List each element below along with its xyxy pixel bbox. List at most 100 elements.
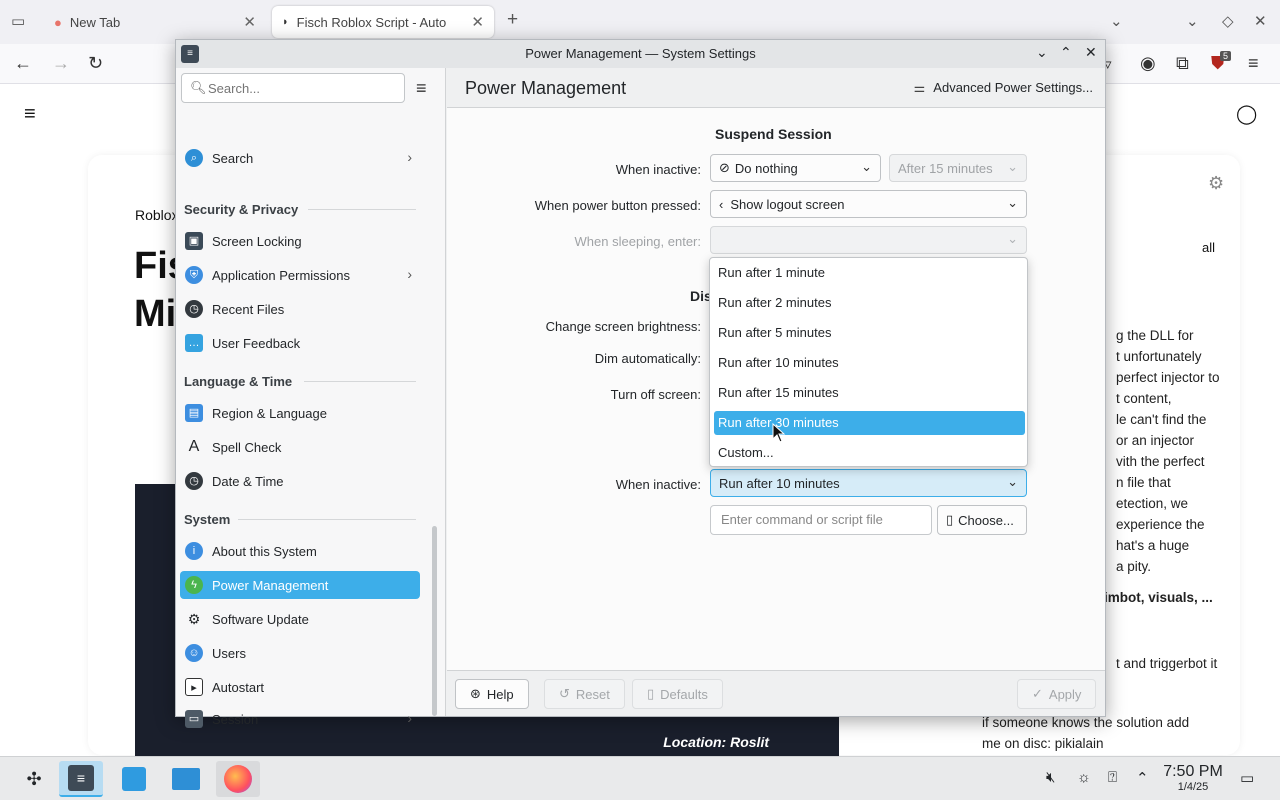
reset-button[interactable]: ↺ Reset	[544, 679, 625, 709]
user-icon[interactable]: ◯	[1236, 103, 1257, 126]
screen-lock-icon: ▣	[185, 232, 203, 250]
close-tab-icon[interactable]: ✕	[243, 13, 256, 31]
script-command-input[interactable]: Enter command or script file	[710, 505, 932, 535]
dropdown-option-custom[interactable]: Custom...	[714, 441, 1025, 465]
power-bolt-icon: ϟ	[185, 576, 203, 594]
sidebar-item-software-update[interactable]: ⚙ Software Update	[180, 605, 420, 633]
power-button-combo[interactable]: ‹ Show logout screen ⌄	[710, 190, 1027, 218]
dropdown-option[interactable]: Run after 2 minutes	[714, 291, 1025, 315]
volume-muted-icon[interactable]: 🔇︎	[1046, 769, 1055, 786]
help-circle-icon[interactable]: ⍰	[1108, 769, 1117, 786]
maximize-button[interactable]: ⌃	[1060, 44, 1072, 61]
browser-tab-bar: ▭ ● New Tab ✕ ◗ Fisch Roblox Script - Au…	[0, 0, 1280, 44]
session-icon: ▭	[185, 710, 203, 728]
taskbar-firefox[interactable]	[216, 761, 260, 797]
sidebar-item-users[interactable]: ☺ Users	[180, 639, 420, 667]
suspend-session-heading: Suspend Session	[715, 126, 832, 142]
brightness-icon[interactable]: ☼	[1077, 769, 1091, 786]
extensions-icon[interactable]: ⧉	[1176, 53, 1189, 74]
show-desktop-icon[interactable]: ▭	[1240, 769, 1254, 787]
clock-date: 1/4/25	[1177, 781, 1209, 793]
tray-expand-chevron-icon[interactable]: ⌃	[1136, 769, 1149, 787]
forward-icon[interactable]: →	[52, 53, 70, 74]
tab-overview-icon[interactable]: ▭	[11, 12, 25, 30]
tab-new-tab[interactable]: ● New Tab ✕	[44, 6, 266, 38]
sliders-icon: ⚌	[913, 80, 926, 95]
window-titlebar[interactable]: ≡ Power Management — System Settings ⌄ ⌃…	[176, 40, 1105, 68]
window-title: Power Management — System Settings	[525, 46, 756, 61]
sidebar-item-label: Software Update	[212, 611, 309, 627]
dropdown-option[interactable]: Run after 1 minute	[714, 261, 1025, 285]
sidebar-item-label: Recent Files	[212, 301, 285, 317]
sidebar-item-session[interactable]: ▭ Session ›	[180, 707, 420, 731]
tab-fisch-script[interactable]: ◗ Fisch Roblox Script - Auto ✕	[272, 6, 494, 38]
defaults-button[interactable]: ▯ Defaults	[632, 679, 723, 709]
sidebar-item-application-permissions[interactable]: ⛨ Application Permissions ›	[180, 261, 420, 289]
menu-icon[interactable]: ≡	[1248, 53, 1259, 74]
taskbar-clock[interactable]: 7:50 PM 1/4/25	[1160, 763, 1226, 793]
chevron-down-icon: ⌄	[1007, 474, 1018, 489]
sidebar-item-screen-locking[interactable]: ▣ Screen Locking	[180, 227, 420, 255]
sidebar-item-spell-check[interactable]: A Spell Check	[180, 433, 420, 461]
reload-icon[interactable]: ↻	[88, 53, 103, 74]
filter-all[interactable]: all	[1202, 240, 1215, 255]
system-settings-app-icon: ≡	[68, 765, 94, 791]
after-minutes-combo[interactable]: After 15 minutes ⌄	[889, 154, 1027, 182]
section-divider	[308, 209, 416, 210]
dropdown-option[interactable]: Run after 15 minutes	[714, 381, 1025, 405]
minimize-button[interactable]: ⌄	[1036, 44, 1048, 61]
help-button[interactable]: ⊛ Help	[455, 679, 529, 709]
account-icon[interactable]: ◉	[1140, 53, 1156, 74]
chevron-right-icon: ›	[407, 149, 412, 165]
sidebar-item-label: Application Permissions	[212, 267, 351, 283]
taskbar-file-manager[interactable]	[164, 761, 208, 797]
article-trigger-line: t and triggerbot it	[1116, 656, 1218, 671]
sidebar-item-autostart[interactable]: ▸ Autostart	[180, 673, 420, 701]
sidebar-item-label: Autostart	[212, 679, 265, 695]
sidebar-item-power-management[interactable]: ϟ Power Management	[180, 571, 420, 599]
new-tab-button[interactable]: +	[507, 9, 518, 31]
sidebar-item-user-feedback[interactable]: … User Feedback	[180, 329, 420, 357]
dropdown-option[interactable]: Run after 5 minutes	[714, 321, 1025, 345]
advanced-button-label: Advanced Power Settings...	[933, 80, 1093, 95]
sidebar-item-about-system[interactable]: i About this System	[180, 537, 420, 565]
article-line: perfect injector to	[1116, 370, 1220, 385]
dropdown-option[interactable]: Run after 10 minutes	[714, 351, 1025, 375]
advanced-power-settings-button[interactable]: ⚌ Advanced Power Settings...	[914, 80, 1093, 96]
firefox-tab-icon: ●	[54, 14, 62, 30]
close-tab-icon[interactable]: ✕	[471, 13, 484, 31]
apply-button[interactable]: ✓ Apply	[1017, 679, 1097, 709]
diamond-icon[interactable]: ◇	[1222, 12, 1234, 30]
sidebar-search[interactable]: 🔍︎	[181, 73, 405, 103]
sidebar-search-input[interactable]	[208, 79, 398, 97]
sidebar-item-label: Screen Locking	[212, 233, 302, 249]
taskbar-discover[interactable]	[112, 761, 156, 797]
sidebar-item-search[interactable]: ⌕ Search ›	[180, 144, 420, 172]
sidebar-item-label: About this System	[212, 543, 317, 559]
close-icon[interactable]: ✕	[1254, 12, 1267, 30]
close-window-button[interactable]: ✕	[1085, 44, 1097, 61]
sidebar-item-region-language[interactable]: ▤ Region & Language	[180, 399, 420, 427]
sidebar-item-date-time[interactable]: ◷ Date & Time	[180, 467, 420, 495]
hamburger-menu-icon[interactable]: ≡	[416, 78, 427, 99]
site-menu-icon[interactable]: ≡	[24, 103, 36, 126]
sleeping-mode-combo[interactable]: ⌄	[710, 226, 1027, 254]
clock-icon: ◷	[185, 300, 203, 318]
breadcrumb[interactable]: Roblox	[135, 207, 179, 223]
taskbar-system-settings[interactable]: ≡	[59, 761, 103, 797]
chevron-down-icon: ⌄	[1007, 195, 1018, 210]
choose-file-button[interactable]: ▯ Choose...	[937, 505, 1027, 535]
when-inactive-combo[interactable]: ⊘ Do nothing ⌄	[710, 154, 881, 182]
sidebar-scrollbar[interactable]	[432, 526, 437, 716]
search-icon: 🔍︎	[190, 80, 207, 95]
article-line: g the DLL for	[1116, 328, 1194, 343]
chevron-down-icon[interactable]: ⌄	[1186, 12, 1199, 30]
settings-gear-icon[interactable]: ⚙	[1208, 173, 1224, 194]
sidebar-item-recent-files[interactable]: ◷ Recent Files	[180, 295, 420, 323]
run-script-combo[interactable]: Run after 10 minutes ⌄	[710, 469, 1027, 497]
app-launcher-icon[interactable]: ✣	[12, 761, 56, 797]
back-icon[interactable]: ←	[14, 53, 32, 74]
help-label: Help	[486, 686, 514, 702]
list-tabs-chevron-icon[interactable]: ⌄	[1110, 12, 1123, 30]
dropdown-option-selected[interactable]: Run after 30 minutes	[714, 411, 1025, 435]
